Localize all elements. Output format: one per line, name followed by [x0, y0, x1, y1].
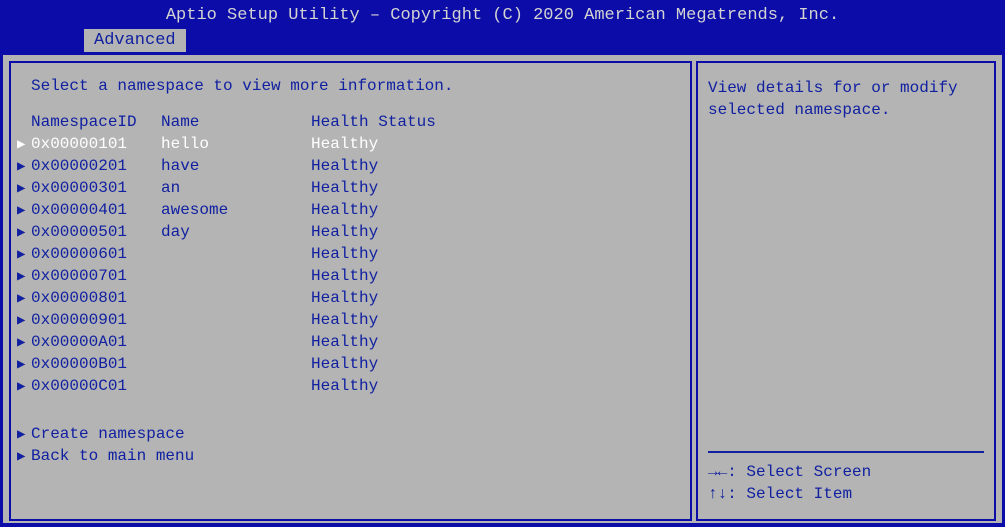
chevron-right-icon: ▶ [17, 202, 31, 219]
table-row[interactable]: ▶0x00000A01 Healthy [17, 331, 684, 353]
cell-health: Healthy [311, 289, 471, 307]
cell-namespaceid: 0x00000801 [31, 289, 161, 307]
cell-name: day [161, 223, 311, 241]
table-row[interactable]: ▶0x00000301anHealthy [17, 177, 684, 199]
cell-namespaceid: 0x00000C01 [31, 377, 161, 395]
table-row[interactable]: ▶0x00000201haveHealthy [17, 155, 684, 177]
chevron-right-icon: ▶ [17, 158, 31, 175]
chevron-right-icon: ▶ [17, 246, 31, 263]
cell-health: Healthy [311, 157, 471, 175]
chevron-right-icon: ▶ [17, 334, 31, 351]
chevron-right-icon: ▶ [17, 312, 31, 329]
col-name: Name [161, 113, 311, 131]
cell-namespaceid: 0x00000601 [31, 245, 161, 263]
cell-namespaceid: 0x00000B01 [31, 355, 161, 373]
chevron-right-icon: ▶ [17, 136, 31, 153]
tab-bar: Advanced [0, 29, 1005, 55]
tab-advanced[interactable]: Advanced [84, 29, 186, 52]
table-row[interactable]: ▶0x00000901 Healthy [17, 309, 684, 331]
cell-health: Healthy [311, 135, 471, 153]
app-title: Aptio Setup Utility – Copyright (C) 2020… [166, 6, 839, 25]
content-area: Select a namespace to view more informat… [0, 55, 1005, 526]
prompt-text: Select a namespace to view more informat… [31, 77, 684, 95]
cell-health: Healthy [311, 311, 471, 329]
legend-select-item: ↑↓: Select Item [708, 483, 984, 505]
help-divider [708, 451, 984, 453]
namespace-list: ▶0x00000101helloHealthy▶0x00000201haveHe… [17, 133, 684, 397]
table-row[interactable]: ▶0x00000101helloHealthy [17, 133, 684, 155]
cell-health: Healthy [311, 201, 471, 219]
cell-name: have [161, 157, 311, 175]
table-row[interactable]: ▶0x00000701 Healthy [17, 265, 684, 287]
arrows-vertical-icon: ↑↓: [708, 485, 737, 503]
chevron-right-icon: ▶ [17, 356, 31, 373]
back-to-main-label: Back to main menu [31, 447, 194, 465]
col-namespaceid: NamespaceID [31, 113, 161, 131]
cell-name: hello [161, 135, 311, 153]
chevron-right-icon: ▶ [17, 378, 31, 395]
arrows-horizontal-icon: →←: [708, 463, 737, 481]
chevron-right-icon: ▶ [17, 268, 31, 285]
chevron-right-icon: ▶ [17, 180, 31, 197]
cell-health: Healthy [311, 355, 471, 373]
cell-health: Healthy [311, 223, 471, 241]
cell-health: Healthy [311, 179, 471, 197]
cell-health: Healthy [311, 333, 471, 351]
table-row[interactable]: ▶0x00000401awesomeHealthy [17, 199, 684, 221]
chevron-right-icon: ▶ [17, 448, 31, 465]
cell-namespaceid: 0x00000301 [31, 179, 161, 197]
chevron-right-icon: ▶ [17, 290, 31, 307]
legend-text: Select Screen [746, 463, 871, 481]
cell-namespaceid: 0x00000401 [31, 201, 161, 219]
legend-text: Select Item [746, 485, 852, 503]
chevron-right-icon: ▶ [17, 426, 31, 443]
main-pane: Select a namespace to view more informat… [9, 61, 692, 521]
create-namespace[interactable]: ▶ Create namespace [17, 423, 684, 445]
title-bar: Aptio Setup Utility – Copyright (C) 2020… [0, 0, 1005, 29]
cell-health: Healthy [311, 267, 471, 285]
cell-name: awesome [161, 201, 311, 219]
col-health: Health Status [311, 113, 471, 131]
chevron-right-icon: ▶ [17, 224, 31, 241]
create-namespace-label: Create namespace [31, 425, 185, 443]
legend-select-screen: →←: Select Screen [708, 461, 984, 483]
help-line: View details for or modify [708, 77, 984, 99]
table-row[interactable]: ▶0x00000801 Healthy [17, 287, 684, 309]
actions: ▶ Create namespace ▶ Back to main menu [17, 423, 684, 467]
help-pane: View details for or modify selected name… [696, 61, 996, 521]
cell-namespaceid: 0x00000901 [31, 311, 161, 329]
table-row[interactable]: ▶0x00000B01 Healthy [17, 353, 684, 375]
table-row[interactable]: ▶0x00000601 Healthy [17, 243, 684, 265]
cell-namespaceid: 0x00000A01 [31, 333, 161, 351]
key-legend: →←: Select Screen ↑↓: Select Item [708, 461, 984, 505]
cell-namespaceid: 0x00000201 [31, 157, 161, 175]
cell-namespaceid: 0x00000101 [31, 135, 161, 153]
table-row[interactable]: ▶0x00000C01 Healthy [17, 375, 684, 397]
cell-health: Healthy [311, 245, 471, 263]
cell-namespaceid: 0x00000501 [31, 223, 161, 241]
back-to-main[interactable]: ▶ Back to main menu [17, 445, 684, 467]
help-line: selected namespace. [708, 99, 984, 121]
cell-name: an [161, 179, 311, 197]
help-text: View details for or modify selected name… [708, 77, 984, 121]
cell-namespaceid: 0x00000701 [31, 267, 161, 285]
table-row[interactable]: ▶0x00000501dayHealthy [17, 221, 684, 243]
table-header: NamespaceID Name Health Status [31, 113, 684, 131]
cell-health: Healthy [311, 377, 471, 395]
